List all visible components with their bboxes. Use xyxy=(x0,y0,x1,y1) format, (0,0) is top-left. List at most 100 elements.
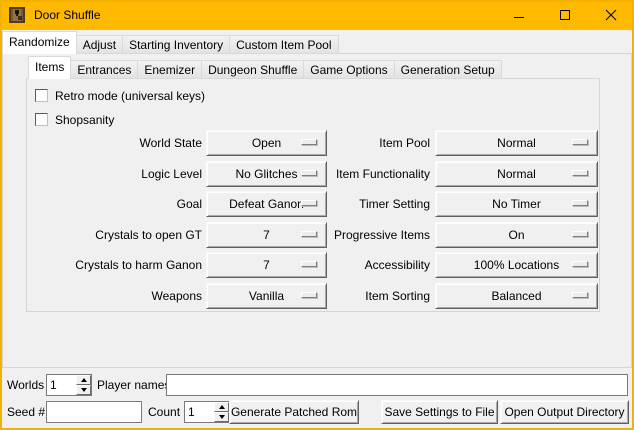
weapons-label: Weapons xyxy=(30,283,202,309)
option-row: Crystals to harm Ganon 7 Accessibility 1… xyxy=(0,252,634,278)
dropdown-indicator-icon xyxy=(572,139,588,145)
spinner-arrows xyxy=(214,402,229,422)
option-row: Goal Defeat Ganon Timer Setting No Timer xyxy=(0,191,634,217)
option-row: Logic Level No Glitches Item Functionali… xyxy=(0,161,634,187)
goal-dropdown[interactable]: Defeat Ganon xyxy=(206,191,327,217)
dropdown-indicator-icon xyxy=(301,292,317,298)
down-arrow-icon xyxy=(81,388,87,392)
tab-label: Dungeon Shuffle xyxy=(208,63,297,77)
crystals-ganon-dropdown[interactable]: 7 xyxy=(206,252,327,278)
player-names-input[interactable] xyxy=(166,374,628,396)
up-arrow-icon xyxy=(81,378,87,382)
minimize-button[interactable] xyxy=(496,0,542,30)
tab-label: Starting Inventory xyxy=(129,38,223,52)
count-label: Count xyxy=(148,401,180,423)
weapons-dropdown[interactable]: Vanilla xyxy=(206,283,327,309)
item-sorting-label: Item Sorting xyxy=(316,283,430,309)
crystals-gt-dropdown[interactable]: 7 xyxy=(206,222,327,248)
timer-setting-label: Timer Setting xyxy=(316,191,430,217)
checkbox-icon xyxy=(35,89,48,102)
crystals-ganon-label: Crystals to harm Ganon xyxy=(30,252,202,278)
count-spinner[interactable] xyxy=(184,401,230,423)
close-icon xyxy=(605,9,617,21)
tab-dungeon-shuffle[interactable]: Dungeon Shuffle xyxy=(201,60,304,79)
player-names-label: Player names xyxy=(97,374,170,396)
worlds-down-button[interactable] xyxy=(76,385,91,395)
worlds-label: Worlds xyxy=(7,374,44,396)
worlds-spinner[interactable] xyxy=(46,374,92,396)
close-button[interactable] xyxy=(588,0,634,30)
sub-tab-bar: Items Entrances Enemizer Dungeon Shuffle… xyxy=(28,56,501,79)
worlds-input[interactable] xyxy=(47,375,76,395)
tab-starting-inventory[interactable]: Starting Inventory xyxy=(122,35,230,54)
tab-enemizer[interactable]: Enemizer xyxy=(137,60,202,79)
tab-items[interactable]: Items xyxy=(28,56,71,79)
dropdown-indicator-icon xyxy=(572,231,588,237)
tab-label: Enemizer xyxy=(144,63,195,77)
dropdown-indicator-icon xyxy=(572,292,588,298)
shopsanity-checkbox[interactable]: Shopsanity xyxy=(35,111,114,128)
tab-label: Randomize xyxy=(9,35,70,49)
open-output-directory-button[interactable]: Open Output Directory xyxy=(500,400,629,424)
option-row: Weapons Vanilla Item Sorting Balanced xyxy=(0,283,634,309)
worlds-up-button[interactable] xyxy=(76,375,91,385)
tab-game-options[interactable]: Game Options xyxy=(303,60,394,79)
up-arrow-icon xyxy=(219,405,225,409)
logic-level-label: Logic Level xyxy=(30,161,202,187)
tab-label: Adjust xyxy=(83,38,116,52)
tab-label: Game Options xyxy=(310,63,387,77)
tab-label: Custom Item Pool xyxy=(236,38,331,52)
item-functionality-label: Item Functionality xyxy=(316,161,430,187)
item-sorting-dropdown[interactable]: Balanced xyxy=(435,283,598,309)
dropdown-indicator-icon xyxy=(572,170,588,176)
tab-randomize[interactable]: Randomize xyxy=(2,31,77,54)
count-input[interactable] xyxy=(185,402,214,422)
generate-patched-rom-button[interactable]: Generate Patched Rom xyxy=(229,400,359,424)
checkbox-icon xyxy=(35,113,48,126)
tab-entrances[interactable]: Entrances xyxy=(70,60,138,79)
item-pool-dropdown[interactable]: Normal xyxy=(435,130,598,156)
logic-level-dropdown[interactable]: No Glitches xyxy=(206,161,327,187)
main-tab-bar: Randomize Adjust Starting Inventory Cust… xyxy=(2,31,338,54)
retro-mode-checkbox[interactable]: Retro mode (universal keys) xyxy=(35,87,205,104)
crystals-gt-label: Crystals to open GT xyxy=(30,222,202,248)
progressive-items-label: Progressive Items xyxy=(316,222,430,248)
world-state-dropdown[interactable]: Open xyxy=(206,130,327,156)
item-pool-label: Item Pool xyxy=(316,130,430,156)
tab-generation-setup[interactable]: Generation Setup xyxy=(394,60,502,79)
checkbox-label: Retro mode (universal keys) xyxy=(55,89,205,103)
dropdown-indicator-icon xyxy=(301,261,317,267)
maximize-button[interactable] xyxy=(542,0,588,30)
seed-label: Seed # xyxy=(7,401,45,423)
dropdown-indicator-icon xyxy=(301,139,317,145)
dropdown-indicator-icon xyxy=(572,261,588,267)
option-row: Crystals to open GT 7 Progressive Items … xyxy=(0,222,634,248)
count-up-button[interactable] xyxy=(214,402,229,412)
tab-label: Entrances xyxy=(77,63,131,77)
window-title: Door Shuffle xyxy=(34,8,101,22)
accessibility-label: Accessibility xyxy=(316,252,430,278)
dropdown-indicator-icon xyxy=(301,200,317,206)
minimize-icon xyxy=(513,9,525,21)
maximize-icon xyxy=(559,9,571,21)
tab-label: Items xyxy=(35,60,64,74)
seed-input[interactable] xyxy=(46,401,142,423)
tab-label: Generation Setup xyxy=(401,63,495,77)
count-down-button[interactable] xyxy=(214,412,229,422)
spinner-arrows xyxy=(76,375,91,395)
dropdown-indicator-icon xyxy=(301,170,317,176)
titlebar[interactable]: Door Shuffle xyxy=(0,0,634,30)
checkbox-label: Shopsanity xyxy=(55,113,114,127)
save-settings-button[interactable]: Save Settings to File xyxy=(381,400,498,424)
tab-adjust[interactable]: Adjust xyxy=(76,35,123,54)
world-state-label: World State xyxy=(30,130,202,156)
app-window: Door Shuffle Randomize Adjust xyxy=(0,0,634,430)
down-arrow-icon xyxy=(219,415,225,419)
item-functionality-dropdown[interactable]: Normal xyxy=(435,161,598,187)
dropdown-indicator-icon xyxy=(572,200,588,206)
accessibility-dropdown[interactable]: 100% Locations xyxy=(435,252,598,278)
dropdown-indicator-icon xyxy=(301,231,317,237)
tab-custom-item-pool[interactable]: Custom Item Pool xyxy=(229,35,338,54)
progressive-items-dropdown[interactable]: On xyxy=(435,222,598,248)
timer-setting-dropdown[interactable]: No Timer xyxy=(435,191,598,217)
